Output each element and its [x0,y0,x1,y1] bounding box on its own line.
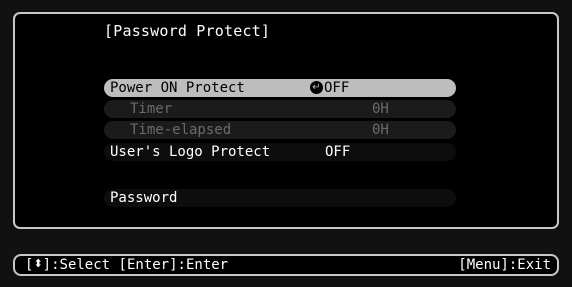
status-hints: [⬍]:Select [Enter]:Enter [25,257,229,273]
password-label: Password [110,190,178,206]
exit-hint: [Menu]:Exit [458,257,551,273]
time-elapsed-label: Time-elapsed [130,122,232,138]
time-elapsed-value: 0H [372,122,389,138]
users-logo-protect-row[interactable]: User's Logo Protect OFF [104,143,456,161]
enter-icon: ↵ [310,80,323,94]
timer-value: 0H [372,101,389,117]
power-on-protect-value[interactable]: ↵ OFF [310,79,349,97]
status-bar: [⬍]:Select [Enter]:Enter [Menu]:Exit [13,254,559,276]
password-row[interactable]: Password [104,189,456,207]
timer-label: Timer [130,101,173,117]
users-logo-protect-label: User's Logo Protect [110,144,271,160]
users-logo-protect-value: OFF [325,144,351,160]
power-on-protect-label: Power ON Protect [110,80,245,96]
timer-row: Timer 0H [104,100,456,118]
menu-title: [Password Protect] [104,22,271,40]
enter-hint: [Enter]:Enter [118,257,229,273]
up-down-arrow-icon: ⬍ [33,257,43,270]
time-elapsed-row: Time-elapsed 0H [104,121,456,139]
power-on-protect-row[interactable]: Power ON Protect ↵ OFF [104,79,456,97]
